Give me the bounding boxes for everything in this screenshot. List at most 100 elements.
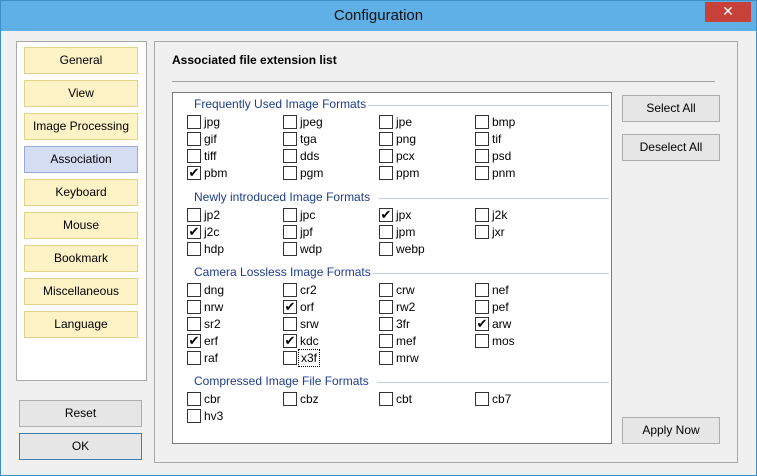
checkbox-nef[interactable] [475,283,489,297]
sidebar-item-general[interactable]: General [24,47,138,74]
checkbox-pef[interactable] [475,300,489,314]
checkbox-label-jxr[interactable]: jxr [492,225,505,239]
extension-list[interactable]: Frequently Used Image Formats jpg jpeg jpe b… [172,92,612,444]
select-all-button[interactable]: Select All [622,95,720,122]
checkbox-sr2[interactable] [187,317,201,331]
checkbox-label-psd[interactable]: psd [492,149,511,163]
checkbox-label-webp[interactable]: webp [396,242,425,256]
checkbox-label-nef[interactable]: nef [492,283,509,297]
checkbox-jpc[interactable] [283,208,297,222]
checkbox-label-cbt[interactable]: cbt [396,392,412,406]
checkbox-j2k[interactable] [475,208,489,222]
checkbox-hv3[interactable] [187,409,201,423]
checkbox-label-jpeg[interactable]: jpeg [300,115,323,129]
checkbox-label-dds[interactable]: dds [300,149,319,163]
checkbox-label-pgm[interactable]: pgm [300,166,323,180]
checkbox-label-hdp[interactable]: hdp [204,242,224,256]
checkbox-dng[interactable] [187,283,201,297]
ok-button[interactable]: OK [19,433,142,460]
checkbox-pgm[interactable] [283,166,297,180]
checkbox-label-tga[interactable]: tga [300,132,317,146]
checkbox-label-bmp[interactable]: bmp [492,115,515,129]
checkbox-cbz[interactable] [283,392,297,406]
checkbox-label-ppm[interactable]: ppm [396,166,419,180]
checkbox-label-dng[interactable]: dng [204,283,224,297]
checkbox-label-mrw[interactable]: mrw [396,351,419,365]
checkbox-erf[interactable]: ✔ [187,334,201,348]
checkbox-label-jp2[interactable]: jp2 [204,208,220,222]
checkbox-jxr[interactable] [475,225,489,239]
sidebar-item-image-processing[interactable]: Image Processing [24,113,138,140]
checkbox-jp2[interactable] [187,208,201,222]
checkbox-label-mos[interactable]: mos [492,334,515,348]
checkbox-raf[interactable] [187,351,201,365]
checkbox-wdp[interactable] [283,242,297,256]
checkbox-label-tiff[interactable]: tiff [204,149,216,163]
checkbox-mos[interactable] [475,334,489,348]
checkbox-label-cb7[interactable]: cb7 [492,392,511,406]
checkbox-psd[interactable] [475,149,489,163]
deselect-all-button[interactable]: Deselect All [622,134,720,161]
checkbox-3fr[interactable] [379,317,393,331]
checkbox-label-j2c[interactable]: j2c [204,225,219,239]
checkbox-label-jpg[interactable]: jpg [204,115,220,129]
checkbox-mef[interactable] [379,334,393,348]
checkbox-orf[interactable]: ✔ [283,300,297,314]
close-button[interactable]: ✕ [705,2,751,22]
sidebar-item-bookmark[interactable]: Bookmark [24,245,138,272]
checkbox-ppm[interactable] [379,166,393,180]
checkbox-kdc[interactable]: ✔ [283,334,297,348]
checkbox-label-jpf[interactable]: jpf [300,225,313,239]
sidebar-item-association[interactable]: Association [24,146,138,173]
checkbox-jpe[interactable] [379,115,393,129]
checkbox-label-gif[interactable]: gif [204,132,217,146]
checkbox-tiff[interactable] [187,149,201,163]
checkbox-webp[interactable] [379,242,393,256]
checkbox-label-j2k[interactable]: j2k [492,208,507,222]
sidebar-item-keyboard[interactable]: Keyboard [24,179,138,206]
reset-button[interactable]: Reset [19,400,142,427]
checkbox-label-jpe[interactable]: jpe [396,115,412,129]
checkbox-cr2[interactable] [283,283,297,297]
checkbox-label-cbz[interactable]: cbz [300,392,319,406]
checkbox-x3f[interactable] [283,351,297,365]
checkbox-label-orf[interactable]: orf [300,300,314,314]
checkbox-jpf[interactable] [283,225,297,239]
checkbox-label-mef[interactable]: mef [396,334,416,348]
checkbox-tga[interactable] [283,132,297,146]
checkbox-label-hv3[interactable]: hv3 [204,409,223,423]
checkbox-label-crw[interactable]: crw [396,283,415,297]
checkbox-label-erf[interactable]: erf [204,334,218,348]
checkbox-cbt[interactable] [379,392,393,406]
checkbox-srw[interactable] [283,317,297,331]
checkbox-label-arw[interactable]: arw [492,317,511,331]
checkbox-pbm[interactable]: ✔ [187,166,201,180]
checkbox-rw2[interactable] [379,300,393,314]
checkbox-label-png[interactable]: png [396,132,416,146]
checkbox-label-pcx[interactable]: pcx [396,149,415,163]
checkbox-label-jpx[interactable]: jpx [396,208,411,222]
checkbox-label-pnm[interactable]: pnm [492,166,515,180]
checkbox-label-jpm[interactable]: jpm [396,225,415,239]
checkbox-cb7[interactable] [475,392,489,406]
checkbox-label-cbr[interactable]: cbr [204,392,221,406]
checkbox-label-raf[interactable]: raf [204,351,218,365]
checkbox-crw[interactable] [379,283,393,297]
checkbox-pnm[interactable] [475,166,489,180]
checkbox-arw[interactable]: ✔ [475,317,489,331]
checkbox-nrw[interactable] [187,300,201,314]
checkbox-label-tif[interactable]: tif [492,132,501,146]
checkbox-jpeg[interactable] [283,115,297,129]
checkbox-label-pbm[interactable]: pbm [204,166,227,180]
checkbox-cbr[interactable] [187,392,201,406]
apply-now-button[interactable]: Apply Now [622,417,720,444]
sidebar-item-mouse[interactable]: Mouse [24,212,138,239]
checkbox-label-kdc[interactable]: kdc [300,334,319,348]
checkbox-label-pef[interactable]: pef [492,300,509,314]
sidebar-item-language[interactable]: Language [24,311,138,338]
checkbox-label-srw[interactable]: srw [300,317,319,331]
checkbox-jpg[interactable] [187,115,201,129]
sidebar-item-miscellaneous[interactable]: Miscellaneous [24,278,138,305]
checkbox-mrw[interactable] [379,351,393,365]
checkbox-jpx[interactable]: ✔ [379,208,393,222]
